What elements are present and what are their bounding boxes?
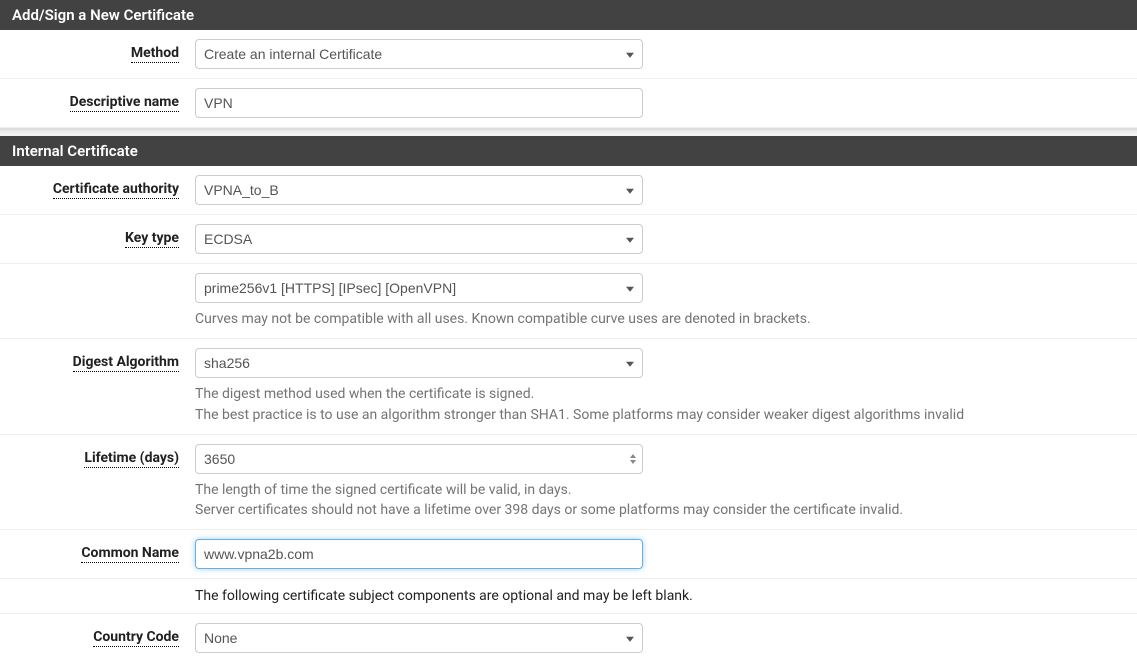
row-method: Method Create an internal Certificate [0,30,1137,79]
common-name-label: Common Name [81,545,179,563]
lifetime-help: The length of time the signed certificat… [195,480,1125,521]
descriptive-name-input[interactable] [195,88,643,118]
row-descriptive-name: Descriptive name [0,79,1137,128]
row-digest: Digest Algorithm sha256 The digest metho… [0,339,1137,435]
method-label: Method [131,45,179,63]
optional-subject-note: The following certificate subject compon… [195,588,1125,604]
row-ca: Certificate authority VPNA_to_B [0,166,1137,215]
row-key-type: Key type ECDSA [0,215,1137,264]
panel-header-internal-cert: Internal Certificate [0,136,1137,166]
descriptive-name-label: Descriptive name [70,94,179,112]
curve-help: Curves may not be compatible with all us… [195,309,1125,329]
curve-select[interactable]: prime256v1 [HTTPS] [IPsec] [OpenVPN] [195,273,643,303]
digest-help: The digest method used when the certific… [195,384,1125,425]
common-name-input[interactable] [195,539,643,569]
row-lifetime: Lifetime (days) The length of time the s… [0,435,1137,531]
lifetime-label: Lifetime (days) [84,450,179,468]
key-type-select[interactable]: ECDSA [195,224,643,254]
row-common-name: Common Name [0,530,1137,579]
row-optional-note: The following certificate subject compon… [0,579,1137,614]
country-select[interactable]: None [195,623,643,653]
ca-label: Certificate authority [53,181,179,199]
panel-header-add-sign: Add/Sign a New Certificate [0,0,1137,30]
digest-label: Digest Algorithm [73,354,179,372]
section-divider [0,128,1137,136]
row-curve: prime256v1 [HTTPS] [IPsec] [OpenVPN] Cur… [0,264,1137,339]
digest-select[interactable]: sha256 [195,348,643,378]
lifetime-input[interactable] [195,444,643,474]
country-label: Country Code [93,629,179,647]
key-type-label: Key type [125,230,179,248]
ca-select[interactable]: VPNA_to_B [195,175,643,205]
method-select[interactable]: Create an internal Certificate [195,39,643,69]
